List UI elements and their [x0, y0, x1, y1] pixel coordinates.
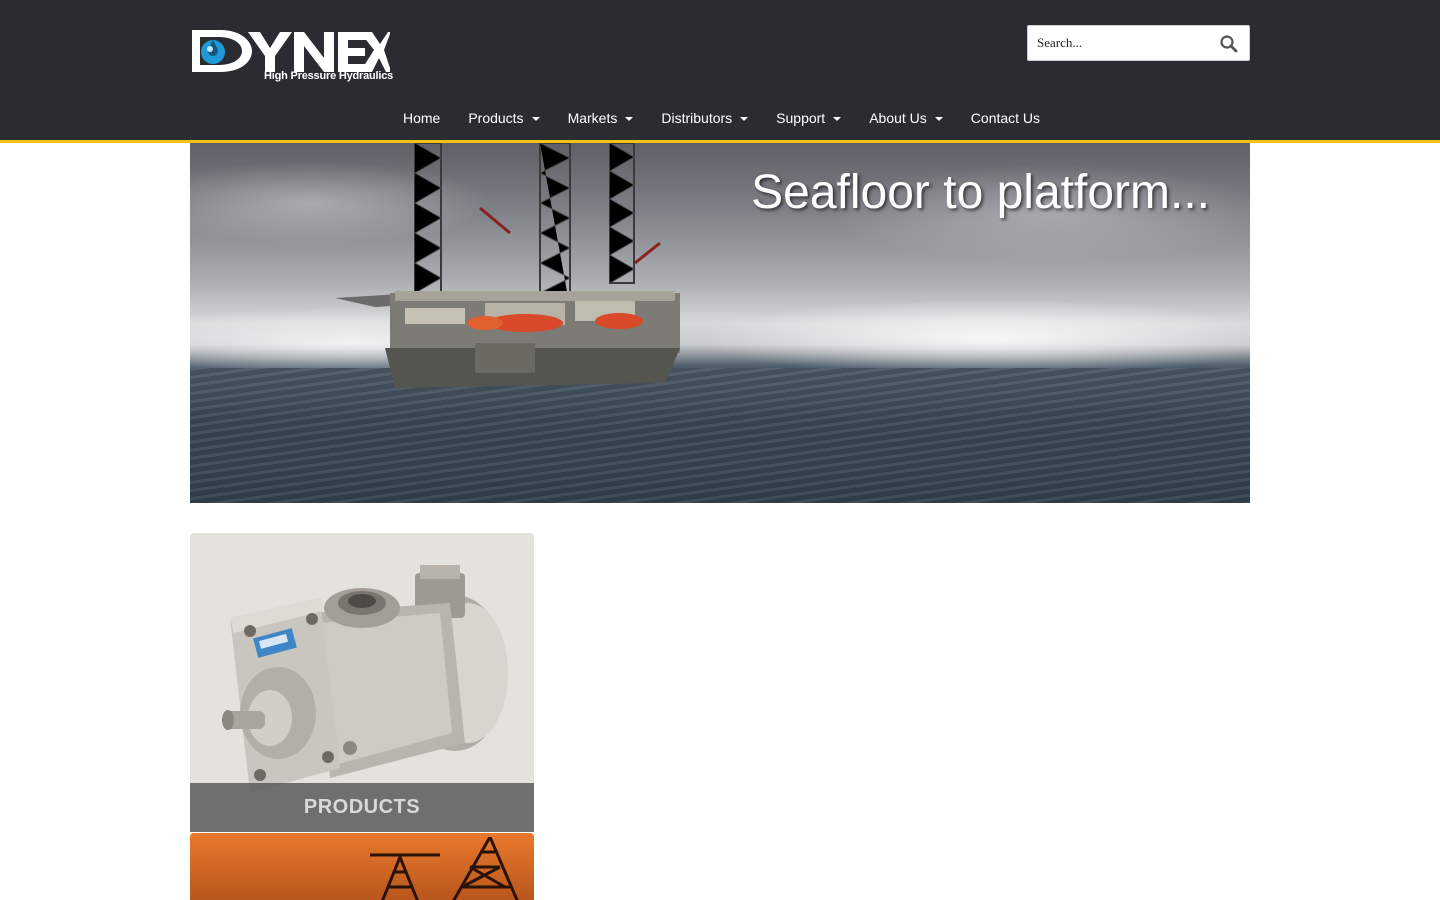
nav-item-label: Products — [468, 110, 524, 126]
derrick-silhouette-image — [370, 837, 519, 900]
caret-down-icon — [625, 117, 634, 121]
hero-caption: Seafloor to platform... — [751, 166, 1210, 219]
nav-item-label: Support — [776, 110, 826, 126]
search-box — [1027, 25, 1250, 61]
nav-item-label: Distributors — [661, 110, 733, 126]
nav-item-about-us[interactable]: About Us — [855, 110, 957, 126]
site-header: High Pressure Hydraulics Home Products M… — [0, 0, 1440, 143]
nav-list: Home Products Markets Distributors Suppo… — [389, 110, 1054, 126]
caret-down-icon — [833, 117, 842, 121]
nav-item-label: Home — [402, 110, 441, 126]
products-tile[interactable]: PRODUCTS — [190, 533, 534, 832]
nav-item-support[interactable]: Support — [762, 110, 855, 126]
oil-rig-image — [335, 143, 680, 388]
main-nav: Home Products Markets Distributors Suppo… — [0, 100, 1440, 136]
nav-item-label: About Us — [869, 110, 927, 126]
nav-item-products[interactable]: Products — [454, 110, 553, 126]
products-tile-label: PRODUCTS — [190, 783, 534, 832]
caret-down-icon — [740, 117, 749, 121]
caret-down-icon — [531, 117, 540, 121]
nav-item-label: Markets — [567, 110, 618, 126]
nav-item-home[interactable]: Home — [389, 110, 454, 126]
nav-item-markets[interactable]: Markets — [554, 110, 648, 126]
hero-banner[interactable]: Seafloor to platform... — [190, 143, 1250, 503]
logo-tagline: High Pressure Hydraulics — [264, 70, 394, 82]
nav-item-contact-us[interactable]: Contact Us — [957, 110, 1054, 126]
nav-item-label: Contact Us — [970, 110, 1041, 126]
search-input[interactable] — [1028, 26, 1208, 60]
markets-tile[interactable] — [190, 833, 534, 900]
caret-down-icon — [934, 117, 943, 121]
search-icon[interactable] — [1219, 34, 1239, 54]
nav-item-distributors[interactable]: Distributors — [647, 110, 762, 126]
dynex-logo[interactable]: High Pressure Hydraulics — [190, 28, 394, 88]
